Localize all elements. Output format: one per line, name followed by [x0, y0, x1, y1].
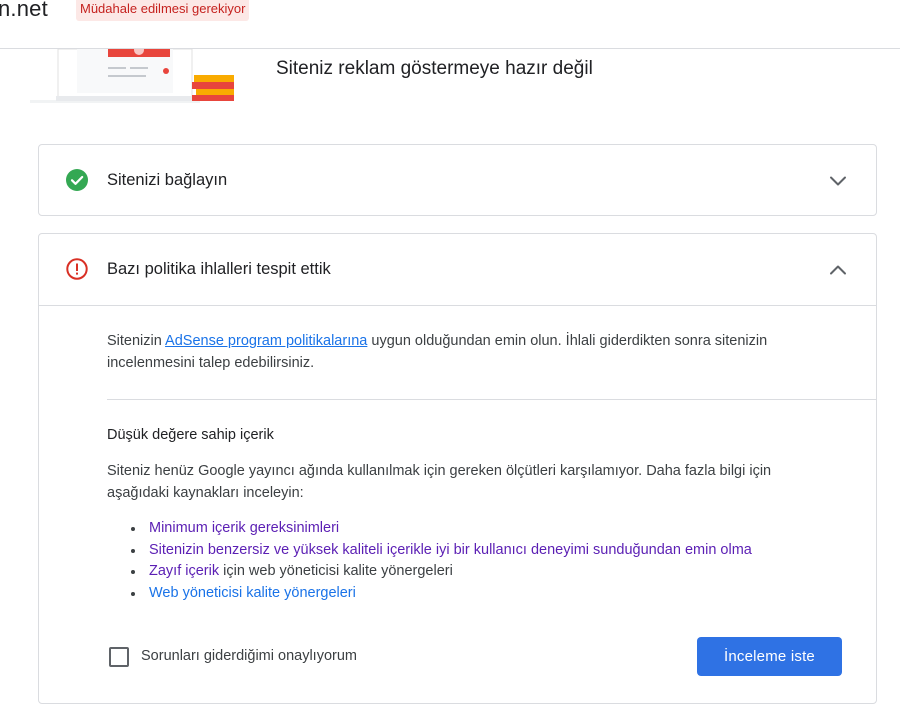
resource-list: Minimum içerik gereksinimleri Sitenizin …: [131, 518, 752, 604]
list-item: Zayıf içerik için web yöneticisi kalite …: [131, 561, 752, 583]
low-value-content-description: Siteniz henüz Google yayıncı ağında kull…: [107, 463, 772, 501]
list-item: Minimum içerik gereksinimleri: [131, 518, 752, 540]
policy-violations-header[interactable]: Bazı politika ihlalleri tespit ettik: [39, 234, 876, 306]
policy-violations-card: Bazı politika ihlalleri tespit ettik Sit…: [38, 233, 877, 704]
confirm-fix-checkbox[interactable]: [109, 647, 129, 667]
error-circle-icon: [66, 258, 88, 280]
list-item: Web yöneticisi kalite yönergeleri: [131, 583, 752, 605]
site-name: n.net: [0, 0, 48, 21]
connect-site-header[interactable]: Sitenizi bağlayın: [39, 145, 876, 217]
chevron-down-icon[interactable]: [828, 171, 848, 191]
chevron-up-icon[interactable]: [828, 260, 848, 280]
thin-content-link[interactable]: Zayıf içerik: [149, 563, 219, 579]
request-review-button[interactable]: İnceleme iste: [697, 637, 842, 676]
low-value-content-title: Düşük değere sahip içerik: [107, 427, 274, 443]
page-title: Siteniz reklam göstermeye hazır değil: [276, 58, 593, 79]
thin-content-suffix: için web yöneticisi kalite yönergeleri: [219, 563, 453, 579]
intro-text-start: Sitenizin: [107, 333, 166, 349]
webmaster-guidelines-link[interactable]: Web yöneticisi kalite yönergeleri: [149, 585, 356, 601]
status-badge: Müdahale edilmesi gerekiyor: [76, 0, 250, 21]
top-bar: n.net Müdahale edilmesi gerekiyor: [0, 0, 900, 49]
adsense-policies-link[interactable]: AdSense program politikalarına: [165, 333, 367, 349]
minimum-content-link[interactable]: Minimum içerik gereksinimleri: [149, 520, 339, 536]
list-item: Sitenizin benzersiz ve yüksek kaliteli i…: [131, 540, 752, 562]
section-divider: [107, 399, 876, 400]
check-circle-icon: [66, 169, 88, 191]
hero-illustration: [30, 49, 234, 103]
policy-violations-title: Bazı politika ihlalleri tespit ettik: [107, 260, 331, 278]
page: n.net Müdahale edilmesi gerekiyor Siteni…: [0, 0, 900, 710]
connect-site-title: Sitenizi bağlayın: [107, 171, 228, 189]
connect-site-card: Sitenizi bağlayın: [38, 144, 877, 216]
quality-experience-link[interactable]: Sitenizin benzersiz ve yüksek kaliteli i…: [149, 542, 752, 558]
policy-intro: Sitenizin AdSense program politikalarına…: [107, 330, 827, 374]
confirm-fix-label: Sorunları giderdiğimi onaylıyorum: [141, 648, 357, 664]
